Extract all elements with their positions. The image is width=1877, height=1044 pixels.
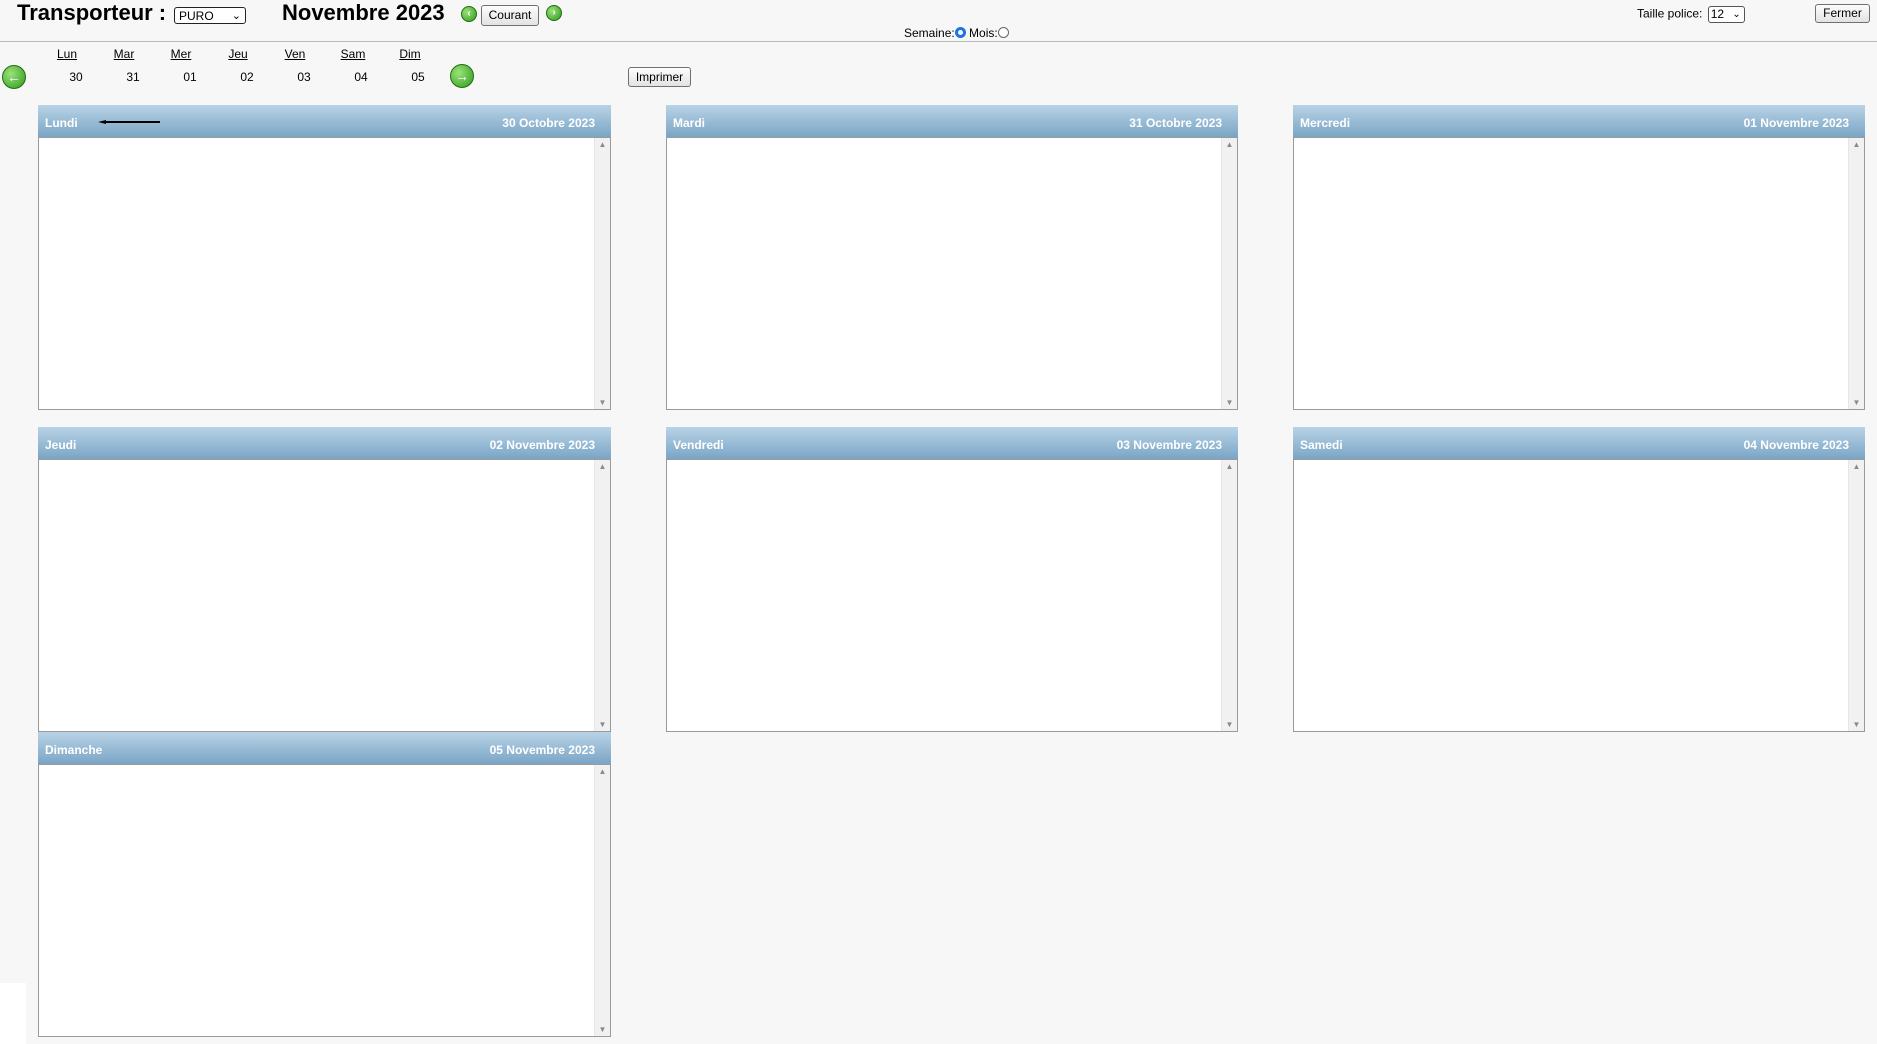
scroll-down-icon[interactable]: ▼ (595, 398, 610, 407)
day-panel-jeudi: Jeudi 02 Novembre 2023 ▲ ▼ (38, 427, 611, 732)
scroll-up-icon[interactable]: ▲ (595, 140, 610, 149)
panel-header: Mercredi 01 Novembre 2023 (1293, 105, 1865, 137)
week-day-num-lun: 30 (69, 70, 83, 84)
panel-header: Jeudi 02 Novembre 2023 (38, 427, 611, 459)
panel-content[interactable]: ▲ ▼ (38, 137, 611, 410)
scroll-up-icon[interactable]: ▲ (595, 767, 610, 776)
scroll-down-icon[interactable]: ▼ (1222, 720, 1237, 729)
panel-day: Jeudi (45, 438, 77, 452)
panel-day: Lundi (45, 116, 78, 130)
scroll-down-icon[interactable]: ▼ (1849, 398, 1864, 407)
panel-header: Mardi 31 Octobre 2023 (666, 105, 1238, 137)
previous-month-icon[interactable]: ‹ (461, 6, 477, 22)
font-size-label: Taille police: (1637, 6, 1703, 21)
day-panel-dimanche: Dimanche 05 Novembre 2023 ▲ ▼ (38, 732, 611, 1037)
scrollbar[interactable]: ▲ ▼ (594, 765, 610, 1036)
week-radio-label: Semaine: (904, 26, 955, 40)
week-day-num-jeu: 02 (240, 70, 254, 84)
panel-day: Samedi (1300, 438, 1343, 452)
week-day-num-ven: 03 (297, 70, 311, 84)
panel-day: Mercredi (1300, 116, 1351, 130)
carrier-select[interactable]: PURO ⌄ (174, 7, 246, 24)
header-divider (0, 41, 1877, 42)
week-day-num-mer: 01 (183, 70, 197, 84)
panel-header: Dimanche 05 Novembre 2023 (38, 732, 611, 764)
scroll-up-icon[interactable]: ▲ (595, 462, 610, 471)
chevron-down-icon: ⌄ (1732, 9, 1741, 20)
carrier-label: Transporteur : (17, 0, 167, 25)
scrollbar[interactable]: ▲ ▼ (1848, 460, 1864, 731)
week-day-num-mar: 31 (126, 70, 140, 84)
panel-date: 01 Novembre 2023 (1743, 116, 1849, 130)
week-day-link-lun[interactable]: Lun (47, 47, 87, 61)
week-radio[interactable] (954, 27, 966, 38)
panel-content[interactable]: ▲ ▼ (666, 137, 1238, 410)
panel-date: 04 Novembre 2023 (1743, 438, 1849, 452)
panel-header: Vendredi 03 Novembre 2023 (666, 427, 1238, 459)
next-month-icon[interactable]: › (546, 5, 562, 21)
close-button[interactable]: Fermer (1815, 4, 1870, 23)
chevron-down-icon: ⌄ (231, 10, 241, 22)
day-panel-vendredi: Vendredi 03 Novembre 2023 ▲ ▼ (666, 427, 1238, 732)
font-size-control: Taille police: 12 ⌄ (1637, 6, 1745, 23)
scrollbar[interactable]: ▲ ▼ (594, 138, 610, 409)
month-radio-label: Mois: (969, 26, 998, 40)
scroll-up-icon[interactable]: ▲ (1849, 140, 1864, 149)
week-day-link-sam[interactable]: Sam (333, 47, 373, 61)
day-panel-lundi: Lundi 30 Octobre 2023 ▲ ▼ (38, 105, 611, 410)
week-day-num-dim: 05 (411, 70, 425, 84)
week-day-link-ven[interactable]: Ven (275, 47, 315, 61)
month-title: Novembre 2023 (282, 0, 445, 25)
print-button[interactable]: Imprimer (628, 67, 691, 87)
scroll-down-icon[interactable]: ▼ (1222, 398, 1237, 407)
panel-content[interactable]: ▲ ▼ (1293, 459, 1865, 732)
panel-day: Dimanche (45, 743, 103, 757)
month-radio[interactable] (997, 27, 1009, 38)
scroll-up-icon[interactable]: ▲ (1222, 462, 1237, 471)
panel-date: 02 Novembre 2023 (489, 438, 595, 452)
scroll-down-icon[interactable]: ▼ (595, 1025, 610, 1034)
panel-content[interactable]: ▲ ▼ (38, 459, 611, 732)
week-day-link-jeu[interactable]: Jeu (218, 47, 258, 61)
scrollbar[interactable]: ▲ ▼ (1221, 460, 1237, 731)
panel-date: 05 Novembre 2023 (489, 743, 595, 757)
panel-date: 03 Novembre 2023 (1116, 438, 1222, 452)
scrollbar[interactable]: ▲ ▼ (1848, 138, 1864, 409)
day-panel-mercredi: Mercredi 01 Novembre 2023 ▲ ▼ (1293, 105, 1865, 410)
panel-content[interactable]: ▲ ▼ (666, 459, 1238, 732)
week-day-num-sam: 04 (354, 70, 368, 84)
next-week-icon[interactable]: → (450, 64, 474, 88)
scroll-up-icon[interactable]: ▲ (1222, 140, 1237, 149)
panel-day: Vendredi (673, 438, 724, 452)
day-panel-samedi: Samedi 04 Novembre 2023 ▲ ▼ (1293, 427, 1865, 732)
panel-header: Samedi 04 Novembre 2023 (1293, 427, 1865, 459)
font-size-value: 12 (1710, 7, 1725, 21)
scroll-down-icon[interactable]: ▼ (595, 720, 610, 729)
week-day-link-dim[interactable]: Dim (390, 47, 430, 61)
view-switch: Semaine: Mois: (904, 26, 1009, 40)
panel-date: 31 Octobre 2023 (1129, 116, 1222, 130)
panel-content[interactable]: ▲ ▼ (38, 764, 611, 1037)
scroll-down-icon[interactable]: ▼ (1849, 720, 1864, 729)
current-button[interactable]: Courant (481, 5, 539, 26)
panel-date: 30 Octobre 2023 (502, 116, 595, 130)
panel-day: Mardi (673, 116, 706, 130)
panel-content[interactable]: ▲ ▼ (1293, 137, 1865, 410)
blank-area (0, 983, 26, 1044)
day-panel-mardi: Mardi 31 Octobre 2023 ▲ ▼ (666, 105, 1238, 410)
previous-week-icon[interactable]: ← (2, 65, 26, 89)
scrollbar[interactable]: ▲ ▼ (1221, 138, 1237, 409)
carrier-select-value: PURO (179, 9, 214, 23)
scrollbar[interactable]: ▲ ▼ (594, 460, 610, 731)
week-day-link-mer[interactable]: Mer (161, 47, 201, 61)
font-size-select[interactable]: 12 ⌄ (1707, 6, 1745, 23)
scroll-up-icon[interactable]: ▲ (1849, 462, 1864, 471)
week-day-link-mar[interactable]: Mar (104, 47, 144, 61)
annotation-arrow-icon (98, 120, 160, 124)
